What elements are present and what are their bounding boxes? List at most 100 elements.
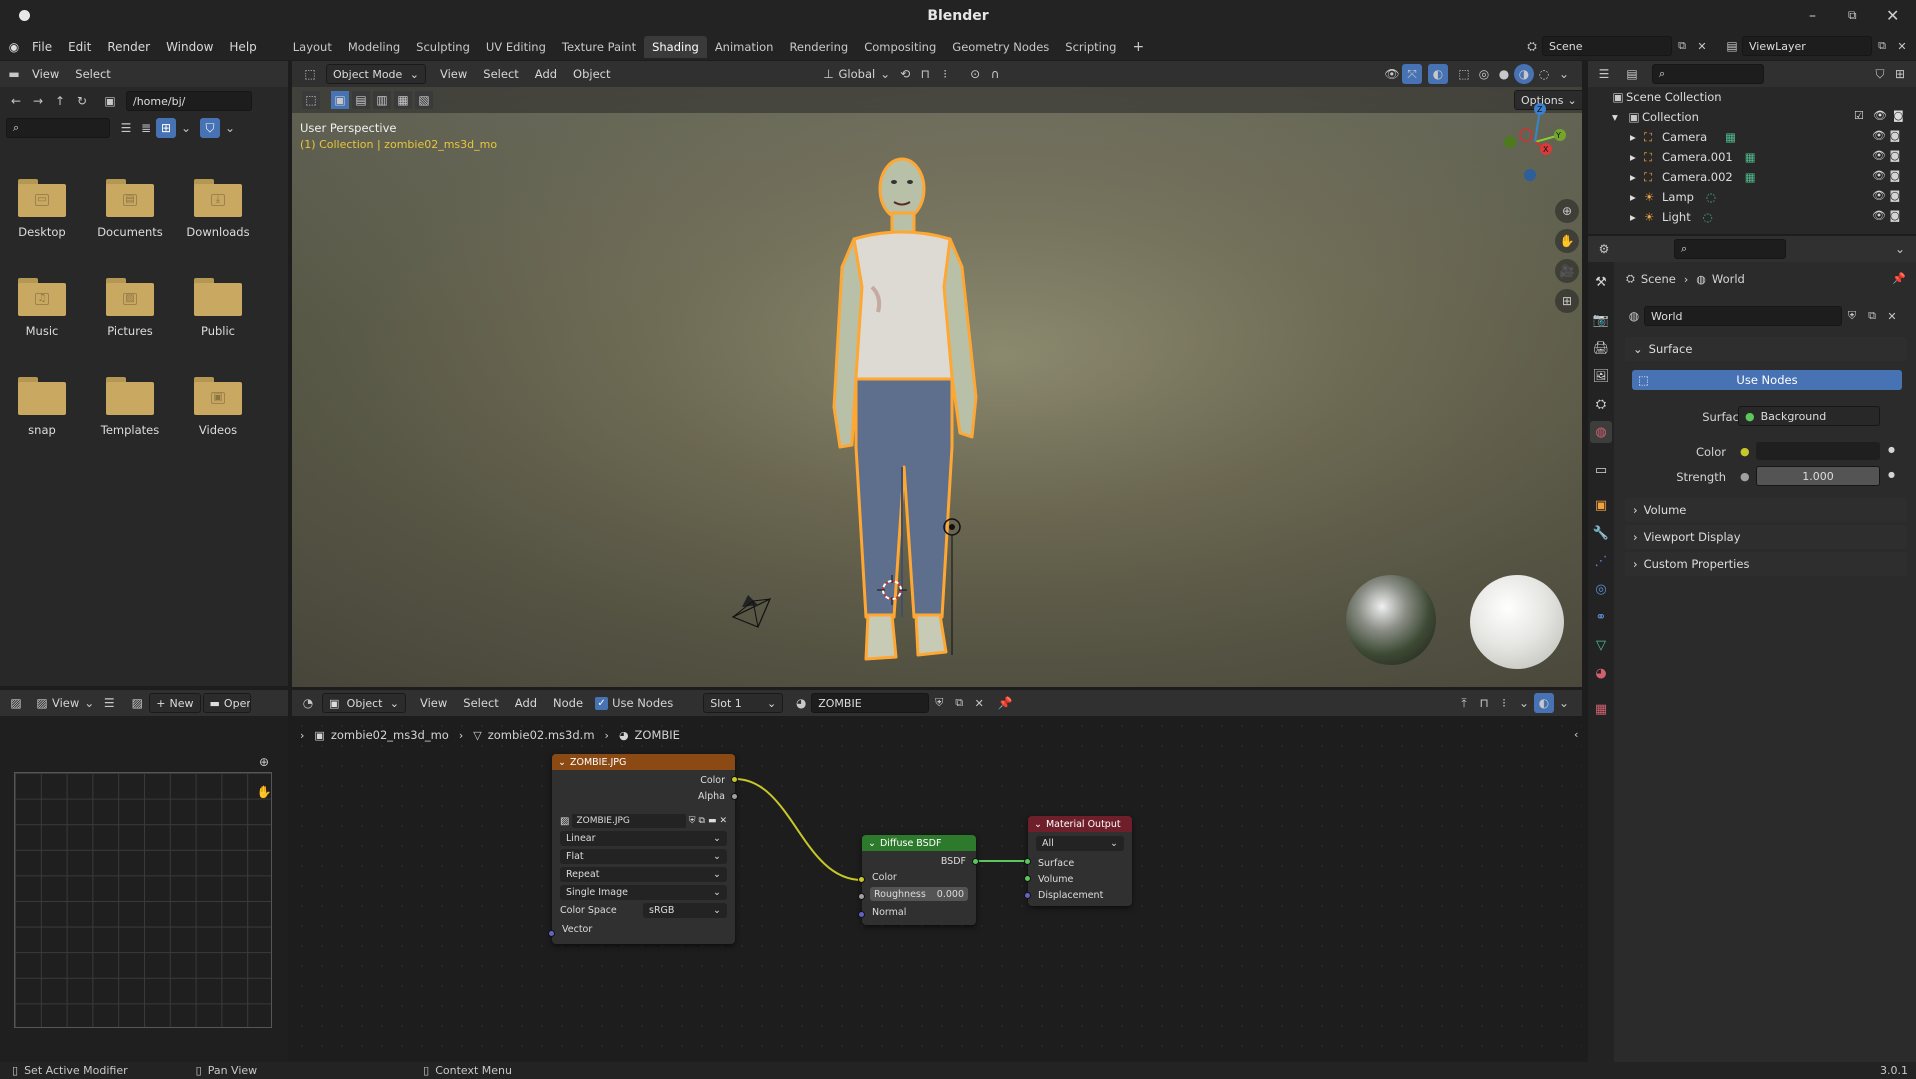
select-intersect-icon[interactable]: ▧	[415, 91, 433, 109]
collection-tab-icon[interactable]: ▭	[1590, 459, 1612, 481]
select-tool-icon[interactable]: ⬚	[302, 91, 320, 109]
object-tab-icon[interactable]: ▣	[1590, 494, 1612, 516]
pin-icon[interactable]: 📌	[995, 693, 1015, 713]
socket-dot-icon[interactable]: ●	[1740, 445, 1750, 458]
viewport-menu-object[interactable]: Object	[565, 67, 618, 81]
volume-panel-header[interactable]: › Volume	[1625, 498, 1907, 522]
diffuse-bsdf-node[interactable]: ⌄ Diffuse BSDF BSDF Color Roughness 0.00…	[862, 835, 976, 925]
output-target-dropdown[interactable]: All ⌄	[1036, 836, 1124, 851]
diffuse-roughness-input-socket[interactable]	[858, 893, 865, 900]
menu-file[interactable]: File	[24, 40, 60, 54]
tab-compositing[interactable]: Compositing	[856, 36, 944, 58]
surface-panel-header[interactable]: ⌄ Surface	[1625, 337, 1907, 361]
camera-object[interactable]	[728, 587, 778, 632]
view-layer-close-icon[interactable]: ✕	[1892, 36, 1912, 56]
eye-icon[interactable]: 👁 ◙	[1872, 129, 1900, 142]
viewport-menu-select[interactable]: Select	[475, 67, 526, 81]
expand-arrow-icon[interactable]: ▸	[1630, 130, 1644, 144]
outliner-item-camera[interactable]: ▸ ⛶ Camera ▦	[1630, 127, 1736, 147]
scene-copy-icon[interactable]: ⧉	[1672, 36, 1692, 56]
viewport-menu-add[interactable]: Add	[527, 67, 565, 81]
snap-target-icon[interactable]: ⁝	[1494, 693, 1514, 713]
view-layer-copy-icon[interactable]: ⧉	[1872, 36, 1892, 56]
image-alpha-output-socket[interactable]	[731, 793, 738, 800]
fake-user-icon[interactable]: ⛨	[1842, 306, 1862, 326]
tab-shading[interactable]: Shading	[644, 36, 707, 58]
tab-texture-paint[interactable]: Texture Paint	[554, 36, 644, 58]
expand-arrow-icon[interactable]: ▸	[1630, 190, 1644, 204]
image-name-field[interactable]: ZOMBIE.JPG	[572, 814, 686, 828]
roughness-slider[interactable]: Roughness 0.000	[870, 887, 968, 901]
material-shading-icon[interactable]: ◑	[1514, 64, 1534, 84]
outliner-item-camera-001[interactable]: ▸ ⛶ Camera.001 ▦	[1630, 147, 1756, 167]
zoom-icon[interactable]: ⊕	[254, 752, 274, 772]
image-vector-input-socket[interactable]	[548, 930, 555, 937]
parent-node-tree-icon[interactable]: ⤒	[1454, 693, 1474, 713]
diffuse-color-input-socket[interactable]	[858, 876, 865, 883]
snap-icon[interactable]: ⊓	[915, 64, 935, 84]
restore-icon[interactable]: ⧉	[1848, 8, 1857, 23]
editor-type-icon[interactable]: ▨	[6, 693, 26, 713]
add-workspace-icon[interactable]: +	[1124, 36, 1152, 58]
collapse-arrow-icon[interactable]: ⌄	[558, 757, 566, 768]
duplicate-icon[interactable]: ⧉	[1862, 306, 1882, 326]
outliner-scene-collection[interactable]: ▣ Scene Collection	[1610, 87, 1721, 107]
use-nodes-checkbox[interactable]: ✓ Use Nodes	[595, 696, 673, 710]
menu-render[interactable]: Render	[99, 40, 158, 54]
scene-icon[interactable]: ⛭	[1522, 36, 1542, 56]
eye-icon[interactable]: 👁 ◙	[1872, 189, 1900, 202]
custom-properties-panel-header[interactable]: › Custom Properties	[1625, 552, 1907, 576]
file-browser-menu-view[interactable]: View	[24, 67, 67, 81]
render-tab-icon[interactable]: 📷	[1590, 309, 1612, 331]
view-layer-icon[interactable]: ▤	[1722, 36, 1742, 56]
surface-shader-field[interactable]: ● Background	[1738, 406, 1880, 426]
blender-logo-icon[interactable]: ◉	[4, 37, 24, 57]
diffuse-node-header[interactable]: ⌄ Diffuse BSDF	[862, 835, 976, 851]
collapse-arrow-icon[interactable]: ⌄	[1034, 819, 1042, 830]
strength-slider[interactable]: 1.000	[1756, 466, 1880, 486]
tab-scripting[interactable]: Scripting	[1057, 36, 1124, 58]
folder-documents[interactable]: ▤ Documents	[90, 179, 170, 239]
list-view-icon[interactable]: ☰	[116, 118, 136, 138]
expand-arrow-icon[interactable]: ▸	[1630, 150, 1644, 164]
image-view-menu[interactable]: View	[52, 696, 79, 710]
visibility-icon[interactable]: 👁	[1382, 64, 1402, 84]
overlay-icon[interactable]: ◐	[1534, 693, 1554, 713]
zombie-model[interactable]	[782, 147, 1022, 687]
wireframe-shading-icon[interactable]: ◎	[1474, 64, 1494, 84]
folder-templates[interactable]: Templates	[90, 377, 170, 437]
chevron-down-icon[interactable]: ⌄	[1554, 693, 1574, 713]
chevron-down-icon[interactable]: ⌄	[1890, 239, 1910, 259]
filter-icon[interactable]: ⛉	[1870, 64, 1890, 84]
world-browse-icon[interactable]: ◍	[1624, 306, 1644, 326]
shader-type-dropdown[interactable]: ▣ Object ⌄	[322, 693, 406, 713]
material-browse-icon[interactable]: ◕	[791, 693, 811, 713]
unlink-icon[interactable]: ✕	[969, 693, 989, 713]
gizmo-icon[interactable]: ⤧	[1402, 64, 1422, 84]
mode-dropdown[interactable]: Object Mode ⌄	[326, 64, 426, 84]
short-list-icon[interactable]: ≣	[136, 118, 156, 138]
transform-orientation[interactable]: ⊥ Global ⌄	[819, 64, 896, 84]
image-color-output-socket[interactable]	[731, 776, 738, 783]
material-output-node[interactable]: ⌄ Material Output All ⌄ Surface Volume Di…	[1028, 816, 1132, 906]
projection-dropdown[interactable]: Flat ⌄	[560, 849, 727, 864]
parent-dir-icon[interactable]: ↑	[50, 91, 70, 111]
modifier-tab-icon[interactable]: 🔧	[1590, 522, 1612, 544]
node-menu-view[interactable]: View	[412, 696, 455, 710]
display-mode-icon[interactable]: ▤	[1622, 64, 1642, 84]
filter-options-icon[interactable]: ⌄	[220, 118, 240, 138]
snap-icon[interactable]: ⊓	[1474, 693, 1494, 713]
light-gizmo[interactable]	[912, 507, 972, 657]
expand-arrow-icon[interactable]: ▸	[1630, 210, 1644, 224]
path-field[interactable]: /home/bj/	[126, 91, 252, 111]
unlink-icon[interactable]: ✕	[1882, 306, 1902, 326]
duplicate-icon[interactable]: ⧉	[949, 693, 969, 713]
outliner-collection[interactable]: ▾ ▣ Collection	[1612, 107, 1699, 127]
thumbnail-view-icon[interactable]: ⊞	[156, 118, 176, 138]
output-tab-icon[interactable]: 🖨	[1590, 337, 1612, 359]
outliner-item-camera-002[interactable]: ▸ ⛶ Camera.002 ▦	[1630, 167, 1756, 187]
folder-videos[interactable]: ▣ Videos	[178, 377, 258, 437]
extension-dropdown[interactable]: Repeat ⌄	[560, 867, 727, 882]
hamburger-menu-icon[interactable]: ☰	[99, 693, 119, 713]
editor-type-icon[interactable]: ⬚	[300, 64, 320, 84]
